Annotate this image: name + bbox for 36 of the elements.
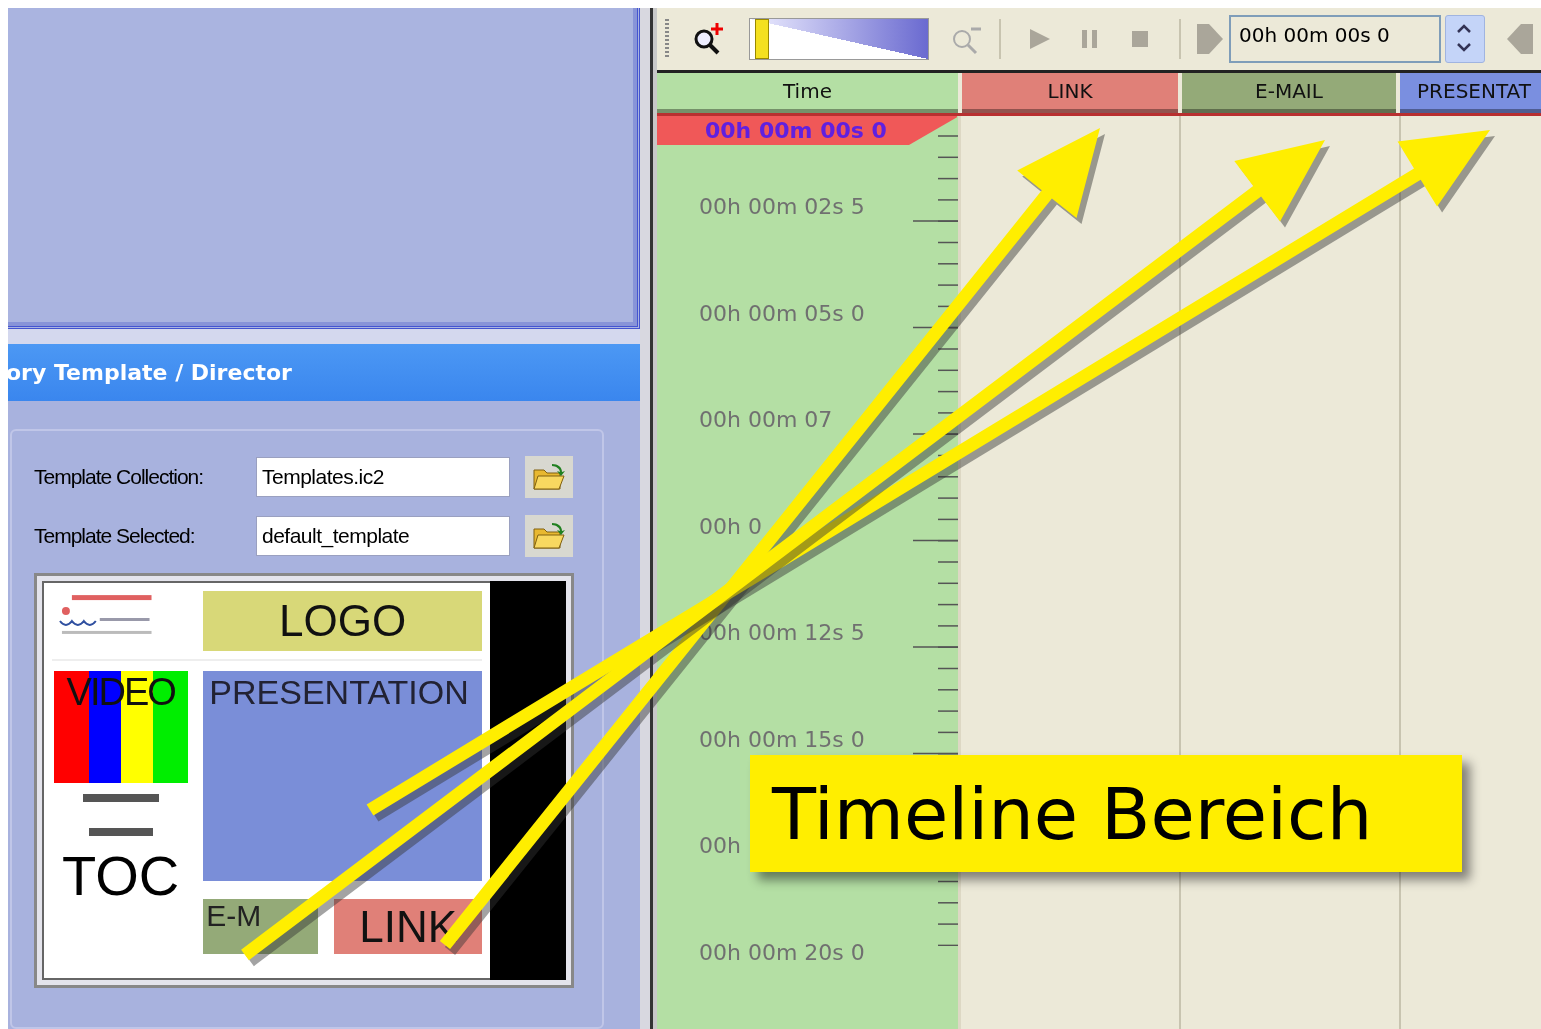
splitter-bar[interactable] (640, 8, 657, 1029)
play-backward-icon[interactable] (1505, 22, 1535, 56)
slider-thumb[interactable] (754, 19, 769, 59)
presentation-area: PRESENTATION (203, 671, 482, 881)
open-folder-button[interactable] (525, 514, 573, 557)
current-time-marker: 00h 00m 00s 0 (657, 116, 957, 145)
text-field[interactable]: default_template (256, 515, 510, 556)
play-forward-icon[interactable] (1195, 22, 1225, 56)
video-area: VIDEO (53, 671, 188, 783)
play-icon (1028, 27, 1052, 51)
open-folder-button[interactable] (525, 455, 573, 498)
time-field[interactable]: 00h 00m 00s 0 (1229, 15, 1441, 63)
time-label: 00h (699, 833, 741, 858)
spinner-control[interactable] (1445, 15, 1485, 63)
zoom-slider[interactable] (749, 18, 929, 60)
time-label: 00h 0 (699, 513, 762, 539)
folder-icon (532, 520, 566, 551)
link-area: LINK (334, 899, 482, 954)
column-header: PRESENTAT (1400, 73, 1541, 113)
column-header: LINK (962, 73, 1178, 113)
time-label: 00h 00m 05s 0 (699, 300, 865, 326)
callout-label: Timeline Bereich (750, 755, 1462, 872)
field-label: Template Collection: (34, 464, 205, 489)
logo-area: LOGO (203, 591, 482, 651)
column-header: Time (657, 73, 958, 113)
toolbar-grip[interactable] (665, 19, 669, 59)
field-label: Template Selected: (34, 523, 196, 548)
column-header: E-MAIL (1182, 73, 1396, 113)
time-label: 00h 00m 20s 0 (699, 939, 865, 965)
time-label: 00h 00m 15s 0 (699, 726, 865, 752)
text-field[interactable]: Templates.ic2 (256, 456, 510, 497)
section-title: ory Template / Director (6, 359, 292, 385)
time-label: 00h 00m 02s 5 (699, 194, 865, 219)
folder-icon (532, 461, 566, 492)
toc-text: TOC (62, 843, 180, 908)
time-label: 00h 00m 07 (699, 407, 833, 432)
